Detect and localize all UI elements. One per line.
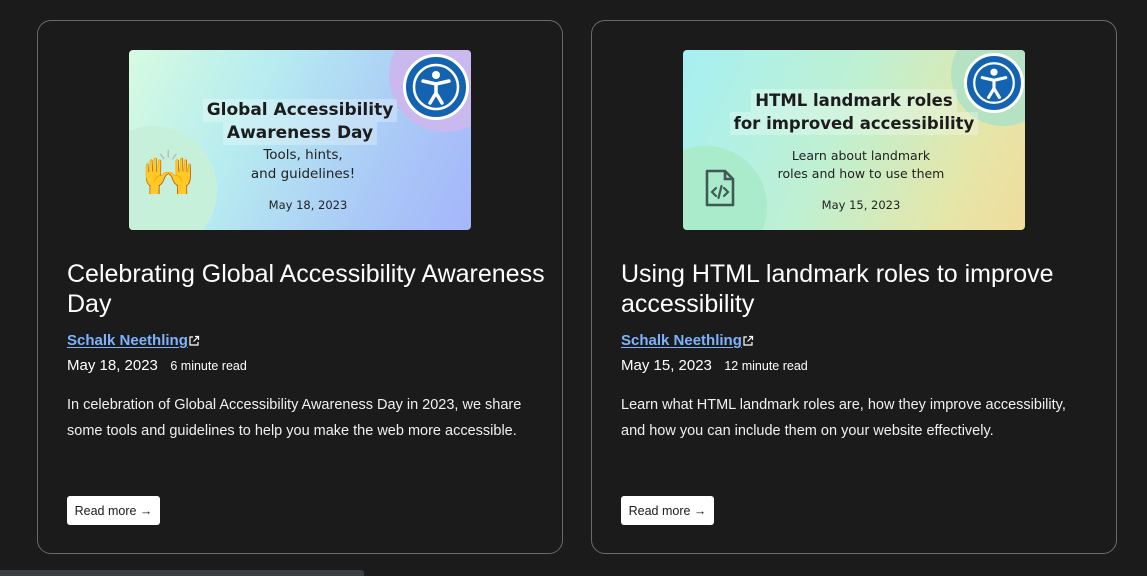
- publish-date: May 18, 2023: [67, 357, 158, 374]
- article-meta: May 18, 2023 6 minute read: [67, 357, 247, 375]
- external-link-icon: [189, 335, 200, 346]
- publish-date: May 15, 2023: [621, 357, 712, 374]
- author-link[interactable]: Schalk Neethling: [621, 332, 742, 349]
- read-time: 6 minute read: [170, 359, 247, 373]
- article-card: 🙌 Global Accessibility Awareness Day Too…: [37, 20, 563, 554]
- author-link[interactable]: Schalk Neethling: [67, 332, 188, 349]
- article-meta: May 15, 2023 12 minute read: [621, 357, 808, 375]
- thumbnail-date: May 15, 2023: [821, 198, 901, 212]
- article-thumbnail[interactable]: 🙌 Global Accessibility Awareness Day Too…: [129, 50, 471, 230]
- article-excerpt: Learn what HTML landmark roles are, how …: [621, 397, 1066, 439]
- article-title[interactable]: Celebrating Global Accessibility Awarene…: [67, 259, 547, 319]
- thumbnail-title: Global Accessibility Awareness Day: [129, 99, 471, 145]
- read-more-button[interactable]: Read more →: [621, 496, 714, 525]
- thumbnail-subtitle: Learn about landmark roles and how to us…: [777, 148, 945, 181]
- article-title[interactable]: Using HTML landmark roles to improve acc…: [621, 259, 1101, 319]
- external-link-icon: [743, 335, 754, 346]
- article-excerpt: In celebration of Global Accessibility A…: [67, 397, 522, 439]
- thumbnail-subtitle: Tools, hints, and guidelines!: [250, 147, 356, 182]
- read-more-button[interactable]: Read more →: [67, 496, 160, 525]
- article-card: HTML landmark roles for improved accessi…: [591, 20, 1117, 554]
- thumbnail-title: HTML landmark roles for improved accessi…: [683, 89, 1025, 135]
- thumbnail-date: May 18, 2023: [268, 198, 348, 212]
- article-thumbnail[interactable]: HTML landmark roles for improved accessi…: [683, 50, 1025, 230]
- read-time: 12 minute read: [724, 359, 808, 373]
- horizontal-scrollbar[interactable]: [0, 570, 364, 576]
